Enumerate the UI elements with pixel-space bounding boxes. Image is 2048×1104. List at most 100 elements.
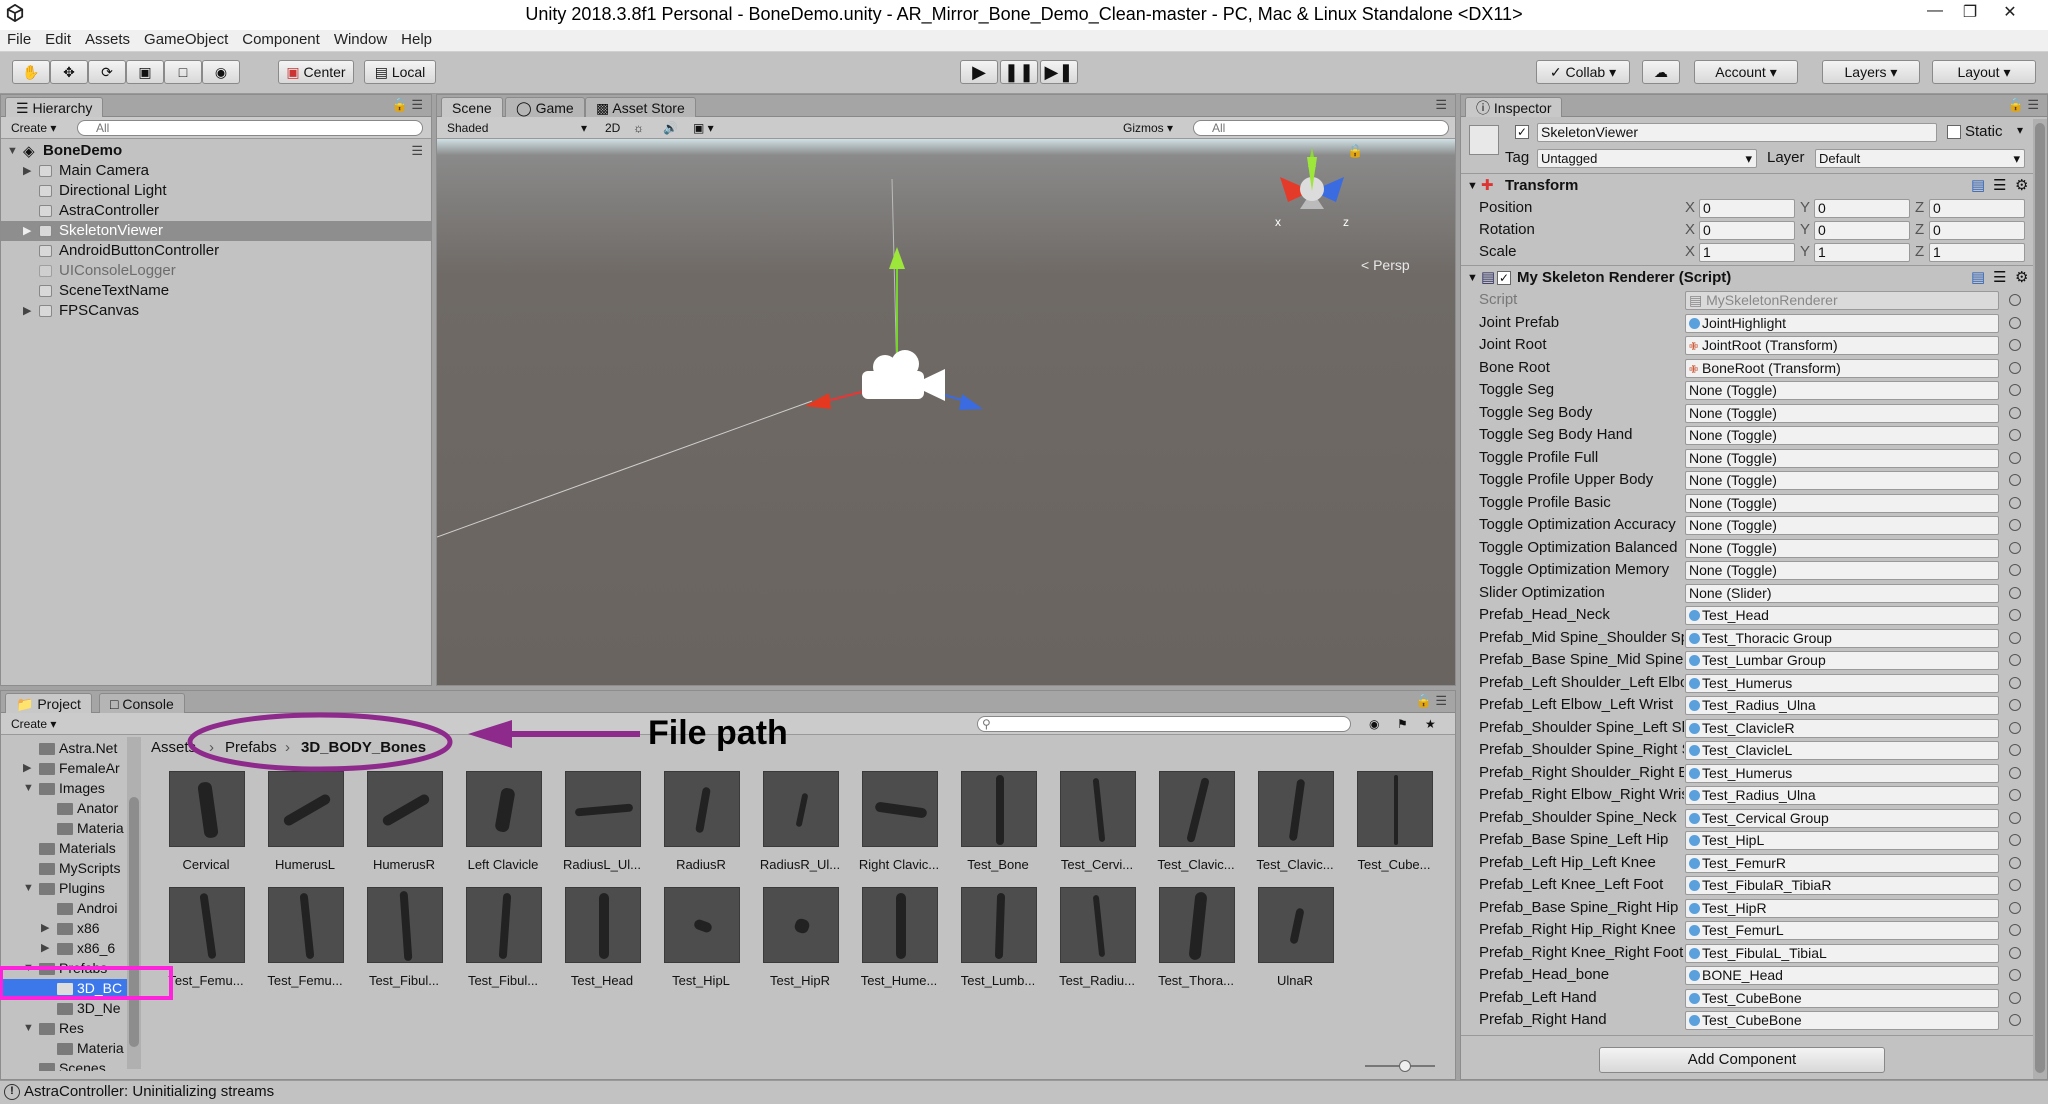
object-reference-field[interactable]: Test_CubeBone bbox=[1685, 988, 1999, 1008]
rotate-tool-icon[interactable]: ⟳ bbox=[88, 60, 126, 84]
minimize-icon[interactable]: — bbox=[1920, 2, 1950, 20]
camera-gizmo-icon[interactable] bbox=[862, 350, 945, 401]
scene-search-input[interactable]: All bbox=[1193, 120, 1449, 136]
layers-dropdown[interactable]: Layers ▾ bbox=[1822, 60, 1920, 84]
collab-dropdown[interactable]: ✓ Collab ▾ bbox=[1536, 60, 1630, 84]
hierarchy-item[interactable]: UIConsoleLogger bbox=[1, 261, 431, 281]
tree-item[interactable]: Materia bbox=[1, 1039, 129, 1058]
hand-tool-icon[interactable]: ✋ bbox=[12, 60, 50, 84]
scene-root-row[interactable]: ▼ ◈ BoneDemo ☰ bbox=[1, 141, 431, 161]
tree-item[interactable]: ▼ Res bbox=[1, 1019, 129, 1038]
menu-assets[interactable]: Assets bbox=[78, 30, 137, 49]
tab-game[interactable]: ◯ Game bbox=[505, 97, 585, 117]
tab-asset-store[interactable]: ▩ Asset Store bbox=[585, 97, 696, 117]
asset-tile[interactable]: Test_Radiu... bbox=[1058, 887, 1136, 999]
add-component-button[interactable]: Add Component bbox=[1599, 1047, 1885, 1073]
object-reference-field[interactable]: Test_Radius_Ulna bbox=[1685, 696, 1999, 715]
object-picker-icon[interactable] bbox=[2009, 946, 2021, 959]
z-axis-arrow-icon[interactable] bbox=[959, 394, 983, 410]
object-picker-icon[interactable] bbox=[2009, 316, 2021, 329]
menu-gameobject[interactable]: GameObject bbox=[137, 30, 235, 49]
object-reference-field[interactable]: None (Toggle) bbox=[1685, 471, 1999, 490]
shading-dropdown[interactable]: Shaded ▾ bbox=[441, 119, 591, 137]
object-reference-field[interactable]: None (Toggle) bbox=[1685, 561, 1999, 580]
favorite-star-icon[interactable]: ★ bbox=[1419, 715, 1442, 733]
rect-tool-icon[interactable]: □ bbox=[164, 60, 202, 84]
hierarchy-item[interactable]: AndroidButtonController bbox=[1, 241, 431, 261]
hierarchy-search-input[interactable]: All bbox=[77, 120, 423, 136]
object-reference-field[interactable]: Test_HipL bbox=[1685, 831, 1999, 850]
scene-view[interactable]: 🔒 z x < Persp bbox=[437, 139, 1455, 685]
tab-inspector[interactable]: ⓘ Inspector bbox=[1465, 97, 1563, 117]
object-reference-field[interactable]: ▤ MySkeletonRenderer bbox=[1685, 291, 1999, 310]
menu-window[interactable]: Window bbox=[327, 30, 394, 49]
inspector-scrollbar-thumb[interactable] bbox=[2035, 123, 2045, 1073]
object-picker-icon[interactable] bbox=[2009, 1014, 2021, 1026]
gizmos-dropdown[interactable]: Gizmos ▾ bbox=[1117, 119, 1179, 137]
panel-menu-icon[interactable]: ☰ bbox=[1435, 97, 1447, 113]
object-reference-field[interactable]: None (Toggle) bbox=[1685, 381, 1999, 400]
object-picker-icon[interactable] bbox=[2009, 766, 2021, 779]
object-picker-icon[interactable] bbox=[2009, 676, 2021, 689]
object-reference-field[interactable]: ✙ JointRoot (Transform) bbox=[1685, 336, 1999, 355]
object-picker-icon[interactable] bbox=[2009, 811, 2021, 824]
transform-z-field[interactable]: 0 bbox=[1929, 221, 2025, 240]
tree-item[interactable]: Scenes bbox=[1, 1059, 129, 1071]
x-axis-arrow-icon[interactable] bbox=[805, 393, 831, 409]
tab-scene[interactable]: Scene bbox=[441, 97, 503, 117]
scale-tool-icon[interactable]: ▣ bbox=[126, 60, 164, 84]
collapse-arrow-icon[interactable]: ▼ bbox=[1467, 267, 1478, 289]
object-reference-field[interactable]: ✙ BoneRoot (Transform) bbox=[1685, 358, 1999, 378]
layout-dropdown[interactable]: Layout ▾ bbox=[1932, 60, 2036, 84]
y-axis-arrow-icon[interactable] bbox=[889, 247, 905, 269]
asset-tile[interactable]: UlnaR bbox=[1256, 887, 1334, 999]
transform-y-field[interactable]: 1 bbox=[1814, 243, 1910, 262]
status-message[interactable]: AstraController: Uninitializing streams bbox=[24, 1081, 274, 1103]
menu-edit[interactable]: Edit bbox=[38, 30, 78, 49]
object-picker-icon[interactable] bbox=[2009, 384, 2021, 396]
account-dropdown[interactable]: Account ▾ bbox=[1694, 60, 1798, 84]
object-reference-field[interactable]: Test_CubeBone bbox=[1685, 1011, 1999, 1030]
object-reference-field[interactable]: None (Toggle) bbox=[1685, 538, 1999, 558]
persp-indicator[interactable]: < Persp bbox=[1361, 257, 1410, 273]
transform-x-field[interactable]: 0 bbox=[1699, 199, 1795, 218]
object-reference-field[interactable]: Test_ClavicleR bbox=[1685, 718, 1999, 738]
object-picker-icon[interactable] bbox=[2009, 901, 2021, 914]
pivot-local-button[interactable]: ▤ Local bbox=[364, 60, 436, 84]
asset-tile[interactable]: Test_Clavic... bbox=[1256, 771, 1334, 883]
object-reference-field[interactable]: None (Toggle) bbox=[1685, 516, 1999, 535]
object-reference-field[interactable]: Test_FibulaR_TibiaR bbox=[1685, 876, 1999, 895]
scene-lock-icon[interactable]: 🔒 bbox=[1347, 143, 1363, 159]
hierarchy-item[interactable]: SceneTextName bbox=[1, 281, 431, 301]
object-reference-field[interactable]: Test_Lumbar Group bbox=[1685, 651, 1999, 670]
help-book-icon[interactable]: ▤ bbox=[1971, 267, 1985, 289]
object-picker-icon[interactable] bbox=[2009, 586, 2021, 599]
object-reference-field[interactable]: Test_HipR bbox=[1685, 898, 1999, 918]
project-search-input[interactable]: ⚲ bbox=[977, 716, 1351, 732]
object-picker-icon[interactable] bbox=[2009, 834, 2021, 846]
object-picker-icon[interactable] bbox=[2009, 654, 2021, 666]
object-picker-icon[interactable] bbox=[2009, 429, 2021, 441]
step-button[interactable]: ▶❚ bbox=[1040, 60, 1078, 84]
object-picker-icon[interactable] bbox=[2009, 879, 2021, 891]
asset-tile[interactable]: Test_Bone bbox=[959, 771, 1037, 883]
object-reference-field[interactable]: Test_Thoracic Group bbox=[1685, 628, 1999, 648]
component-enabled-checkbox[interactable]: ✓ bbox=[1497, 271, 1511, 285]
panel-menu-icon[interactable]: 🔒 ☰ bbox=[1416, 693, 1447, 709]
menu-help[interactable]: Help bbox=[394, 30, 439, 49]
object-reference-field[interactable]: Test_Humerus bbox=[1685, 673, 1999, 693]
effects-dropdown-icon[interactable]: ▣ ▾ bbox=[687, 119, 720, 137]
scene-menu-icon[interactable]: ☰ bbox=[411, 141, 423, 161]
close-icon[interactable]: ✕ bbox=[1995, 2, 2025, 22]
orientation-gizmo[interactable] bbox=[1280, 147, 1344, 209]
asset-tile[interactable]: Test_Hume... bbox=[860, 887, 938, 999]
object-reference-field[interactable]: JointHighlight bbox=[1685, 313, 1999, 333]
object-picker-icon[interactable] bbox=[2009, 631, 2021, 644]
object-picker-icon[interactable] bbox=[2009, 339, 2021, 351]
thumbnail-size-slider[interactable] bbox=[1365, 1060, 1435, 1072]
move-tool-icon[interactable]: ✥ bbox=[50, 60, 88, 84]
object-reference-field[interactable]: BONE_Head bbox=[1685, 966, 1999, 985]
object-reference-field[interactable]: Test_FibulaL_TibiaL bbox=[1685, 943, 1999, 963]
hierarchy-item[interactable]: AstraController bbox=[1, 201, 431, 221]
object-picker-icon[interactable] bbox=[2009, 496, 2021, 509]
